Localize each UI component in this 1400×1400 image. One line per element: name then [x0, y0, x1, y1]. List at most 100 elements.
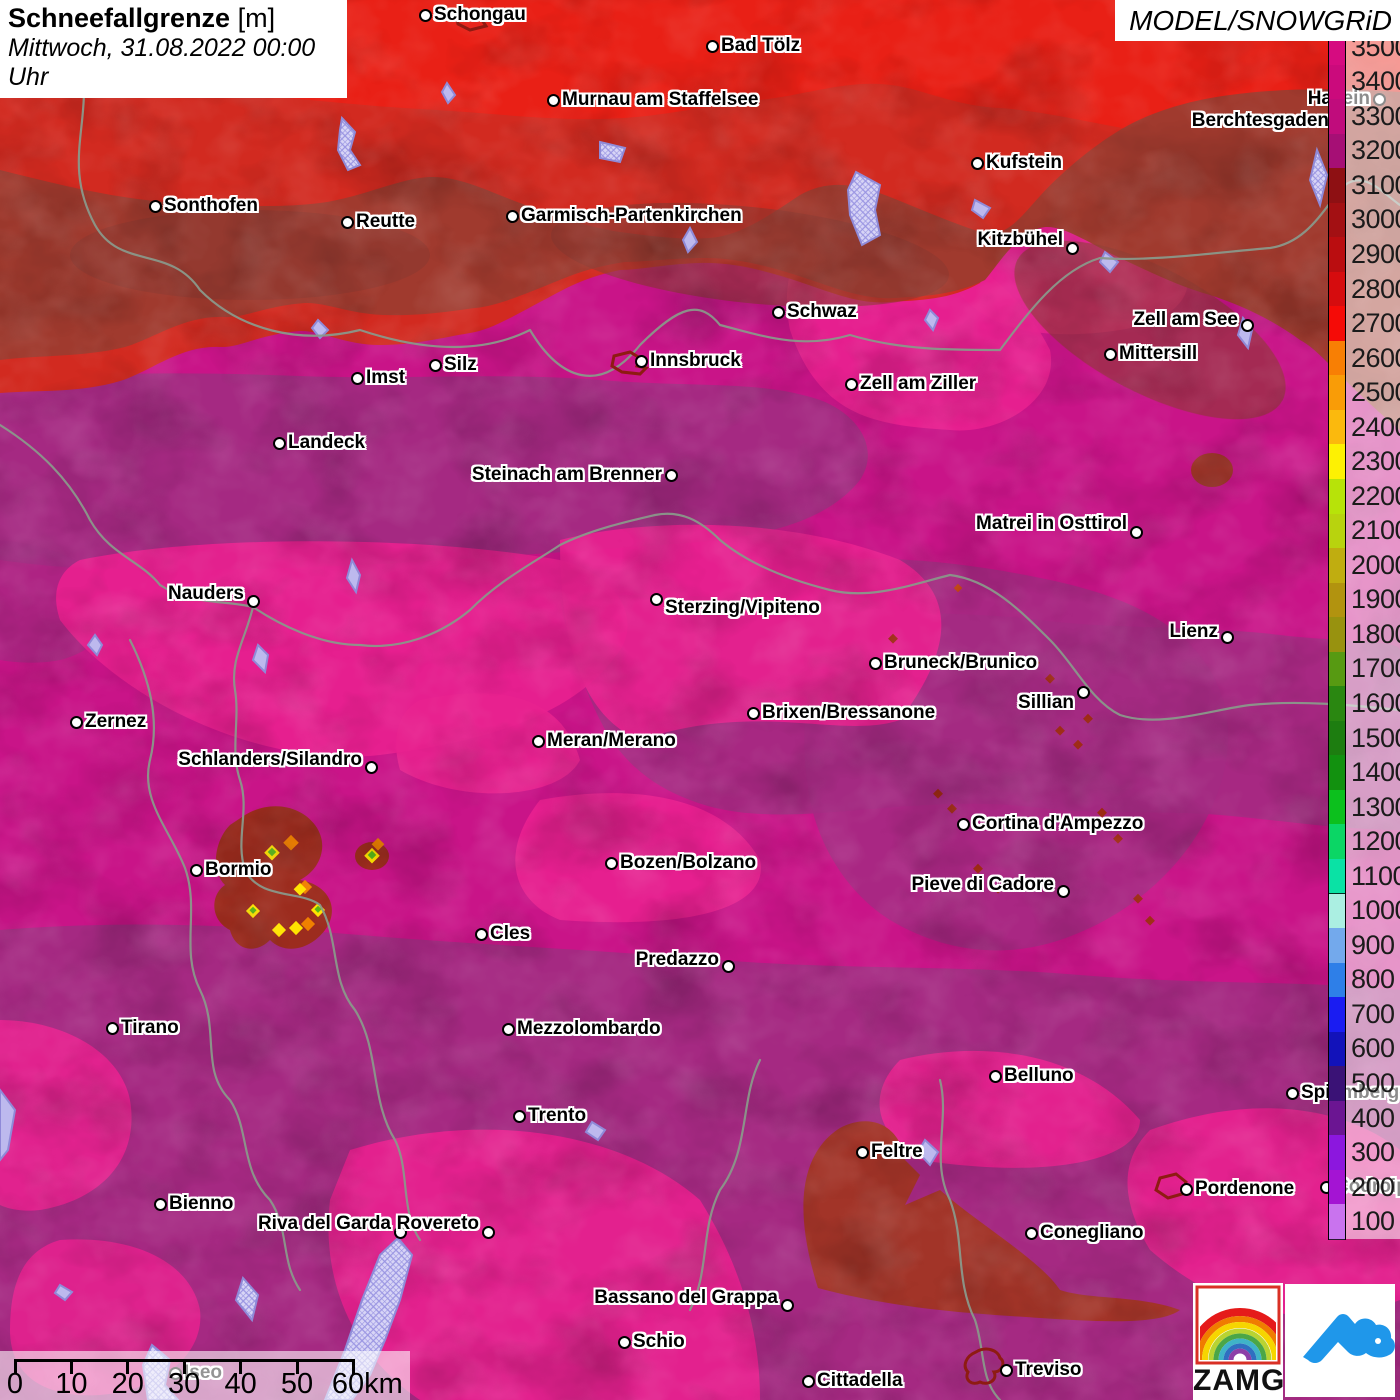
city-dot-codroipo — [1320, 1181, 1333, 1194]
scale-label-40: 40 — [224, 1368, 256, 1400]
city-label-kitzb-hel: Kitzbühel — [978, 228, 1064, 252]
city-dot-cortina-d-ampezzo — [957, 818, 970, 831]
city-dot-zernez — [70, 716, 83, 729]
snowfall-limit-map: SchongauBad TölzKemptenMurnau am Staffel… — [0, 0, 1400, 1400]
city-label-pieve-di-cadore: Pieve di Cadore — [911, 873, 1054, 897]
city-label-zell-am-ziller: Zell am Ziller — [860, 372, 976, 396]
city-dot-belluno — [989, 1070, 1002, 1083]
city-layer: SchongauBad TölzKemptenMurnau am Staffel… — [0, 0, 1400, 1400]
city-dot-mittersill — [1104, 348, 1117, 361]
map-datetime: Mittwoch, 31.08.2022 00:00 Uhr — [8, 34, 337, 92]
city-dot-spilimbergo — [1286, 1087, 1299, 1100]
scale-label-30: 30 — [168, 1368, 200, 1400]
city-label-schlanders-silandro: Schlanders/Silandro — [178, 748, 362, 772]
city-dot-bormio — [190, 864, 203, 877]
city-label-brixen-bressanone: Brixen/Bressanone — [762, 701, 935, 725]
city-dot-predazzo — [722, 960, 735, 973]
city-label-schio: Schio — [633, 1330, 685, 1354]
title-box: Schneefallgrenze [m] Mittwoch, 31.08.202… — [0, 0, 347, 98]
city-label-bad-t-lz: Bad Tölz — [721, 34, 800, 58]
city-dot-kufstein — [971, 157, 984, 170]
city-label-sterzing-vipiteno: Sterzing/Vipiteno — [665, 596, 820, 620]
city-label-murnau-am-staffelsee: Murnau am Staffelsee — [562, 88, 758, 112]
city-label-feltre: Feltre — [871, 1140, 923, 1164]
city-label-schongau: Schongau — [434, 3, 526, 27]
city-label-bienno: Bienno — [169, 1192, 233, 1216]
city-dot-landeck — [273, 437, 286, 450]
city-dot-matrei-in-osttirol — [1130, 526, 1143, 539]
city-dot-bruneck-brunico — [869, 657, 882, 670]
city-label-nauders: Nauders — [168, 582, 244, 606]
zamg-logo: ZAMG — [1193, 1283, 1283, 1400]
scale-label-10: 10 — [55, 1368, 87, 1400]
city-label-cittadella: Cittadella — [817, 1369, 903, 1393]
city-label-bruneck-brunico: Bruneck/Brunico — [884, 651, 1037, 675]
city-dot-zell-am-ziller — [845, 378, 858, 391]
city-dot-cittadella — [802, 1375, 815, 1388]
city-dot-innsbruck — [635, 355, 648, 368]
city-dot-sonthofen — [149, 200, 162, 213]
city-dot-hallein — [1373, 93, 1386, 106]
city-dot-reutte — [341, 216, 354, 229]
city-dot-sillian — [1077, 686, 1090, 699]
city-label-kufstein: Kufstein — [986, 151, 1062, 175]
city-label-bassano-del-grappa: Bassano del Grappa — [594, 1286, 778, 1310]
city-label-cortina-d-ampezzo: Cortina d'Ampezzo — [972, 812, 1143, 836]
city-label-zell-am-see: Zell am See — [1133, 308, 1238, 332]
city-dot-trento — [513, 1110, 526, 1123]
city-label-riva-del-garda: Riva del Garda — [258, 1212, 391, 1236]
scale-label-20: 20 — [112, 1368, 144, 1400]
city-label-sonthofen: Sonthofen — [164, 194, 258, 218]
city-dot-schwaz — [772, 306, 785, 319]
city-dot-steinach-am-brenner — [665, 469, 678, 482]
city-dot-bassano-del-grappa — [781, 1299, 794, 1312]
city-label-lienz: Lienz — [1169, 620, 1218, 644]
city-dot-rovereto — [482, 1226, 495, 1239]
city-label-bormio: Bormio — [205, 858, 272, 882]
city-dot-silz — [429, 359, 442, 372]
city-label-cles: Cles — [490, 922, 530, 946]
city-label-sillian: Sillian — [1018, 691, 1074, 715]
map-title: Schneefallgrenze [m] — [8, 3, 337, 34]
city-label-hallein: Hallein — [1308, 87, 1370, 111]
city-dot-brixen-bressanone — [747, 707, 760, 720]
city-label-belluno: Belluno — [1004, 1064, 1074, 1088]
city-label-treviso: Treviso — [1015, 1358, 1082, 1382]
city-label-schwaz: Schwaz — [787, 300, 857, 324]
city-label-landeck: Landeck — [288, 431, 365, 455]
city-label-reutte: Reutte — [356, 210, 415, 234]
city-label-spilimbergo: Spilimbergo — [1301, 1081, 1400, 1105]
city-dot-conegliano — [1025, 1227, 1038, 1240]
city-label-mittersill: Mittersill — [1119, 342, 1197, 366]
city-label-berchtesgaden: Berchtesgaden — [1192, 109, 1329, 133]
mountain-cloud-icon — [1285, 1284, 1395, 1397]
city-dot-zell-am-see — [1241, 319, 1254, 332]
city-label-zernez: Zernez — [85, 710, 146, 734]
scale-label-50: 50 — [281, 1368, 313, 1400]
city-dot-feltre — [856, 1146, 869, 1159]
city-label-meran-merano: Meran/Merano — [547, 729, 676, 753]
city-dot-treviso — [1000, 1364, 1013, 1377]
city-dot-imst — [351, 372, 364, 385]
city-dot-meran-merano — [532, 735, 545, 748]
city-dot-bad-t-lz — [706, 40, 719, 53]
city-dot-nauders — [247, 595, 260, 608]
city-dot-mezzolombardo — [502, 1023, 515, 1036]
scale-label-60km: 60km — [332, 1368, 403, 1400]
city-dot-schlanders-silandro — [365, 761, 378, 774]
scale-label-0: 0 — [7, 1368, 23, 1400]
city-dot-tirano — [106, 1022, 119, 1035]
city-dot-kitzb-hel — [1066, 242, 1079, 255]
city-dot-schio — [618, 1336, 631, 1349]
city-dot-sterzing-vipiteno — [650, 593, 663, 606]
city-dot-bienno — [154, 1198, 167, 1211]
city-dot-schongau — [419, 9, 432, 22]
city-label-silz: Silz — [444, 353, 477, 377]
city-dot-pieve-di-cadore — [1057, 885, 1070, 898]
city-label-mezzolombardo: Mezzolombardo — [517, 1017, 661, 1041]
city-label-trento: Trento — [528, 1104, 586, 1128]
partner-logo — [1285, 1284, 1395, 1397]
city-label-codroipo: Codroipo — [1335, 1175, 1400, 1199]
city-dot-bozen-bolzano — [605, 857, 618, 870]
city-label-steinach-am-brenner: Steinach am Brenner — [472, 463, 662, 487]
